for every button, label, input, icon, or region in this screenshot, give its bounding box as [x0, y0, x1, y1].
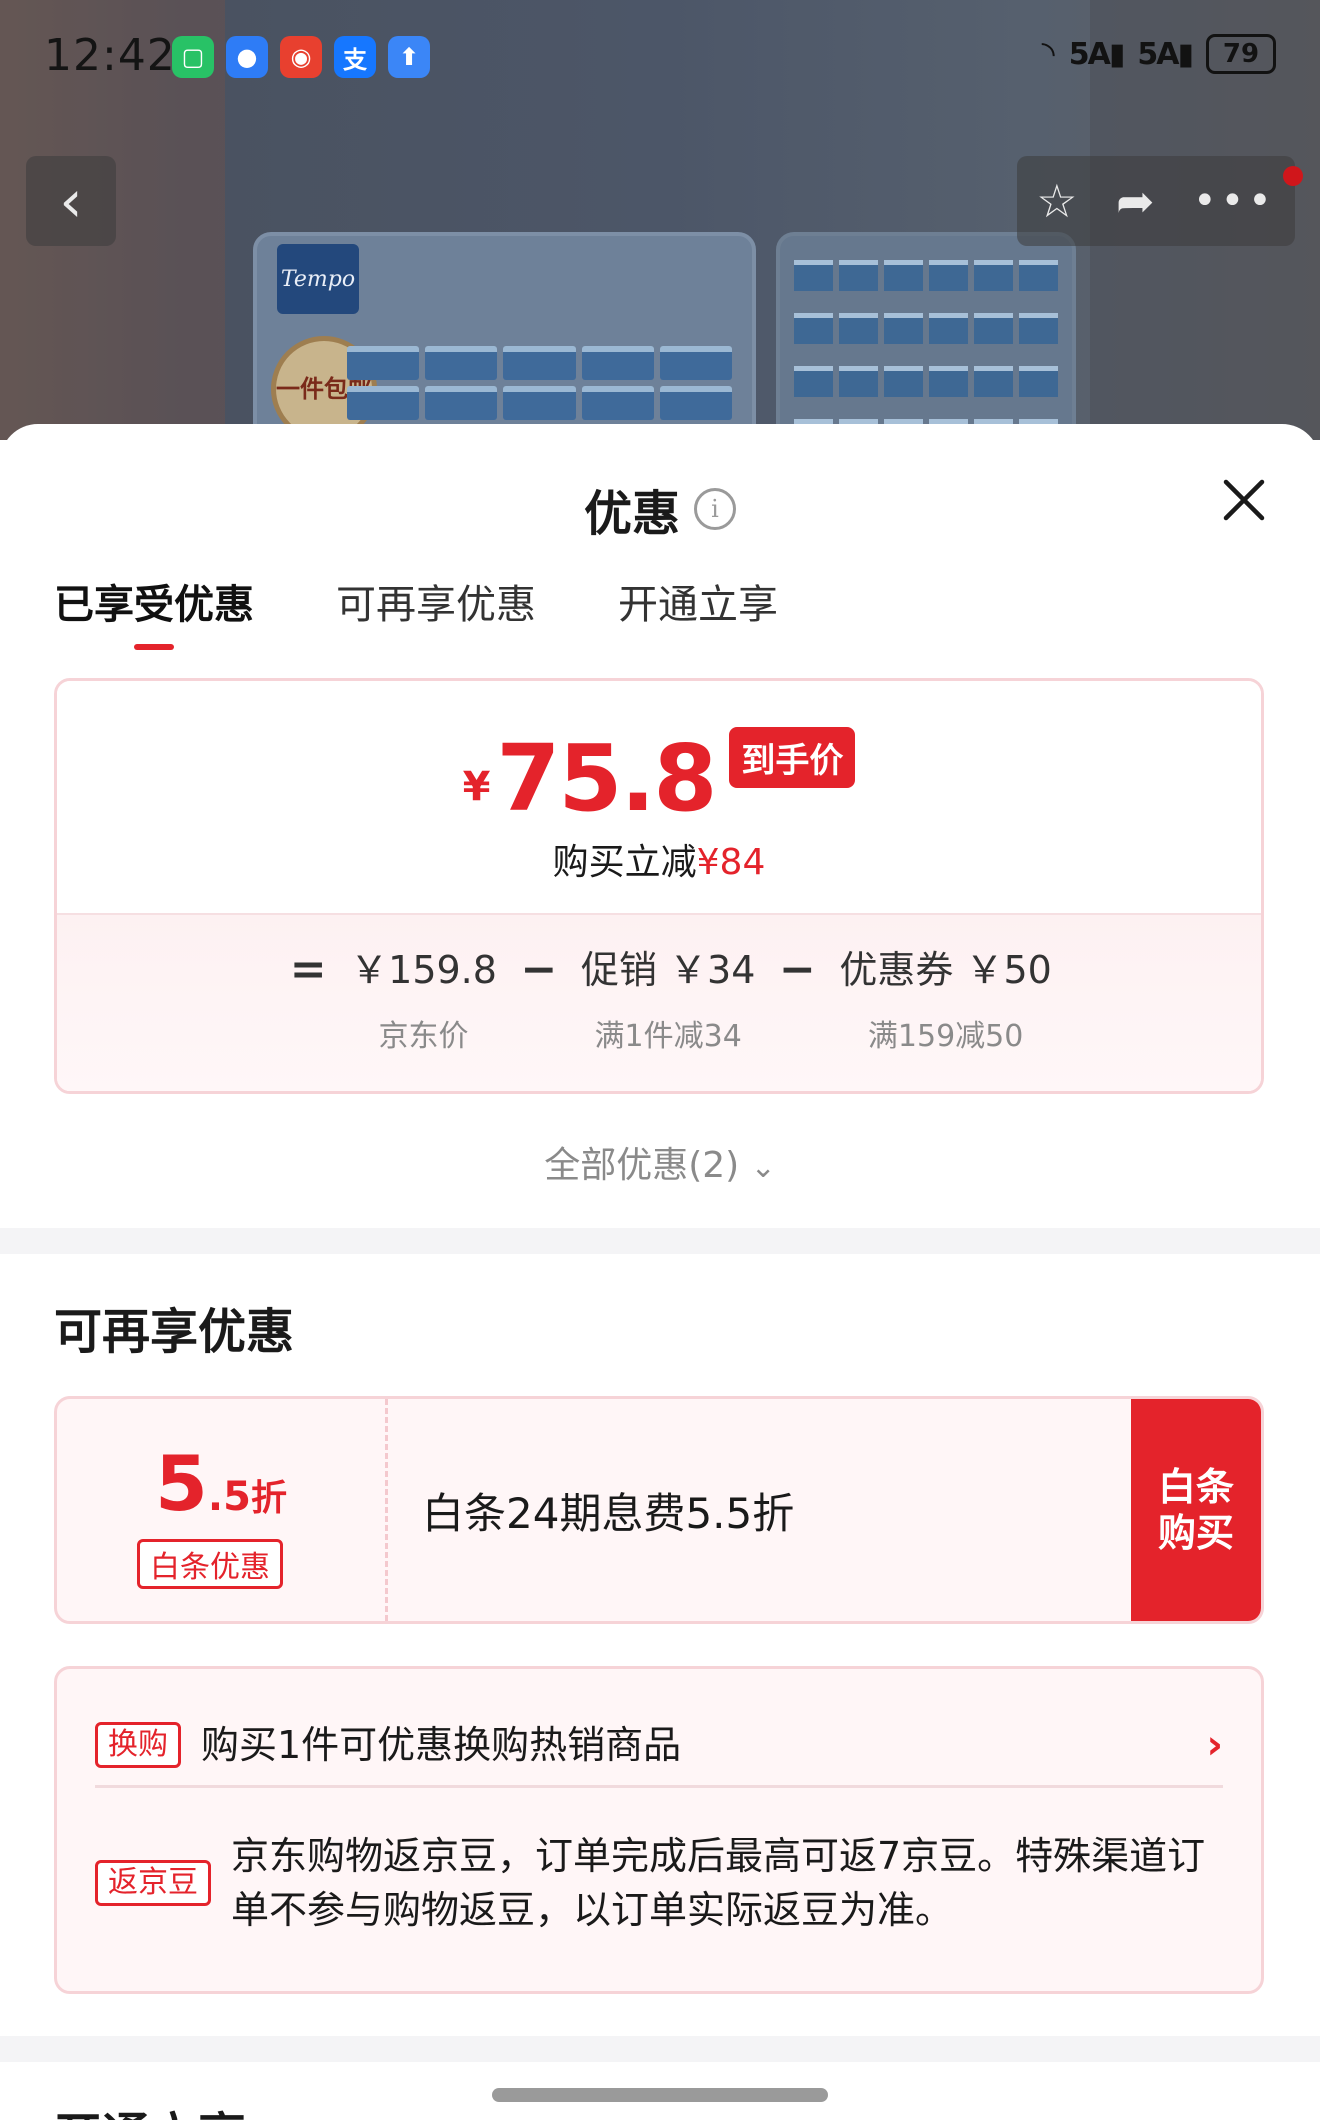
chevron-right-icon: › [1206, 1722, 1223, 1768]
sheet-header: 优惠 i [0, 424, 1320, 542]
saving-amount: ¥84 [696, 842, 766, 883]
more-icon[interactable]: ••• [1193, 178, 1276, 224]
section-title-activate: 开通立享 [54, 2096, 246, 2120]
minus-sign: − [778, 944, 816, 995]
saving-label: 购买立减 [552, 842, 697, 883]
exchange-offer-row[interactable]: 换购 购买1件可优惠换购热销商品 › [95, 1705, 1223, 1788]
price-breakdown-card: ¥ 75.8 到手价 购买立减¥84 = ￥159.8 京东价 − 促销 ￥34… [54, 678, 1264, 1094]
home-indicator[interactable] [492, 2088, 828, 2102]
sheet-title: 优惠 [583, 486, 680, 542]
notification-icons: ▢ ● ◉ 支 ⬆ [172, 36, 430, 78]
baitiao-tag: 白条优惠 [137, 1539, 283, 1589]
tab-enjoyed-offers[interactable]: 已享受优惠 [54, 572, 254, 650]
all-offers-label: 全部优惠(2) [544, 1145, 740, 1186]
status-bar: 12:42 ▢ ● ◉ 支 ⬆ ◝ 5A▮ 5A▮ 79 [0, 0, 1320, 116]
currency-symbol: ¥ [462, 764, 491, 810]
minus-sign: − [520, 944, 558, 995]
mijia-icon: ▢ [172, 36, 214, 78]
tab-more-offers[interactable]: 可再享优惠 [336, 572, 536, 650]
product-image-main: Tempo 一件包邮 [253, 232, 756, 440]
product-image-secondary [776, 232, 1076, 440]
red-app-icon: ◉ [280, 36, 322, 78]
signal-icon-1: 5A▮ [1068, 36, 1126, 72]
section-divider [0, 2036, 1320, 2062]
baitiao-description: 白条24期息费5.5折 [422, 1488, 795, 1538]
tab-activate-offers[interactable]: 开通立享 [618, 572, 778, 650]
equals-sign: = [289, 944, 327, 995]
formula-term-list-price: ￥159.8 京东价 [350, 948, 497, 1054]
alipay-icon: 支 [334, 36, 376, 78]
upload-icon: ⬆ [388, 36, 430, 78]
exchange-tag: 换购 [95, 1722, 181, 1768]
star-icon[interactable]: ☆ [1036, 174, 1077, 228]
formula-term-promotion: 促销 ￥34 满1件减34 [580, 948, 756, 1054]
price-formula: = ￥159.8 京东价 − 促销 ￥34 满1件减34 − 优惠券 ￥50 满… [57, 945, 1261, 1055]
background-product-page: Tempo 一件包邮 12:42 ▢ ● ◉ 支 ⬆ ◝ 5A▮ 5A▮ 79 … [0, 0, 1320, 440]
section-title-more-offers: 可再享优惠 [54, 1304, 295, 1360]
notification-dot [1283, 166, 1303, 186]
offers-sheet: 优惠 i 已享受优惠 可再享优惠 开通立享 ¥ 75.8 到手价 购买立减¥84… [0, 424, 1320, 2120]
battery-icon: 79 [1206, 34, 1276, 74]
info-icon[interactable]: i [694, 488, 736, 530]
close-icon[interactable] [1220, 476, 1268, 524]
baitiao-rate: 5.5折 [155, 1439, 287, 1528]
final-price-badge: 到手价 [729, 727, 856, 788]
share-icon[interactable]: ➦ [1116, 174, 1155, 228]
back-button[interactable]: ‹ [26, 156, 116, 246]
baitiao-offer-card: 5.5折 白条优惠 白条24期息费5.5折 白条购买 [54, 1396, 1264, 1624]
jingdou-offer-row: 返京豆 京东购物返京豆，订单完成后最高可返7京豆。特殊渠道订单不参与购物返豆，以… [95, 1801, 1223, 1965]
formula-term-coupon: 优惠券 ￥50 满159减50 [839, 948, 1052, 1054]
saving-line: 购买立减¥84 [57, 833, 1261, 885]
top-action-group: ☆ ➦ ••• [1017, 156, 1303, 246]
signal-icon-2: 5A▮ [1137, 36, 1194, 72]
all-offers-toggle[interactable]: 全部优惠(2) ⌄ [0, 1136, 1320, 1188]
chevron-down-icon: ⌄ [750, 1150, 776, 1185]
jingdou-text: 京东购物返京豆，订单完成后最高可返7京豆。特殊渠道订单不参与购物返豆，以订单实际… [231, 1834, 1206, 1932]
status-time: 12:42 [44, 30, 176, 81]
offer-tabs: 已享受优惠 可再享优惠 开通立享 [54, 572, 778, 650]
section-divider [0, 1228, 1320, 1254]
baitiao-buy-button[interactable]: 白条购买 [1131, 1399, 1261, 1621]
wifi-icon: ◝ [1041, 34, 1055, 74]
message-icon: ● [226, 36, 268, 78]
final-price: 75.8 [496, 725, 717, 832]
brand-logo: Tempo [277, 244, 359, 314]
chevron-left-icon: ‹ [59, 167, 83, 235]
jingdou-tag: 返京豆 [95, 1860, 211, 1906]
exchange-text: 购买1件可优惠换购热销商品 [201, 1723, 682, 1767]
status-right-icons: ◝ 5A▮ 5A▮ 79 [1042, 34, 1276, 74]
extra-offers-card: 换购 购买1件可优惠换购热销商品 › 返京豆 京东购物返京豆，订单完成后最高可返… [54, 1666, 1264, 1994]
